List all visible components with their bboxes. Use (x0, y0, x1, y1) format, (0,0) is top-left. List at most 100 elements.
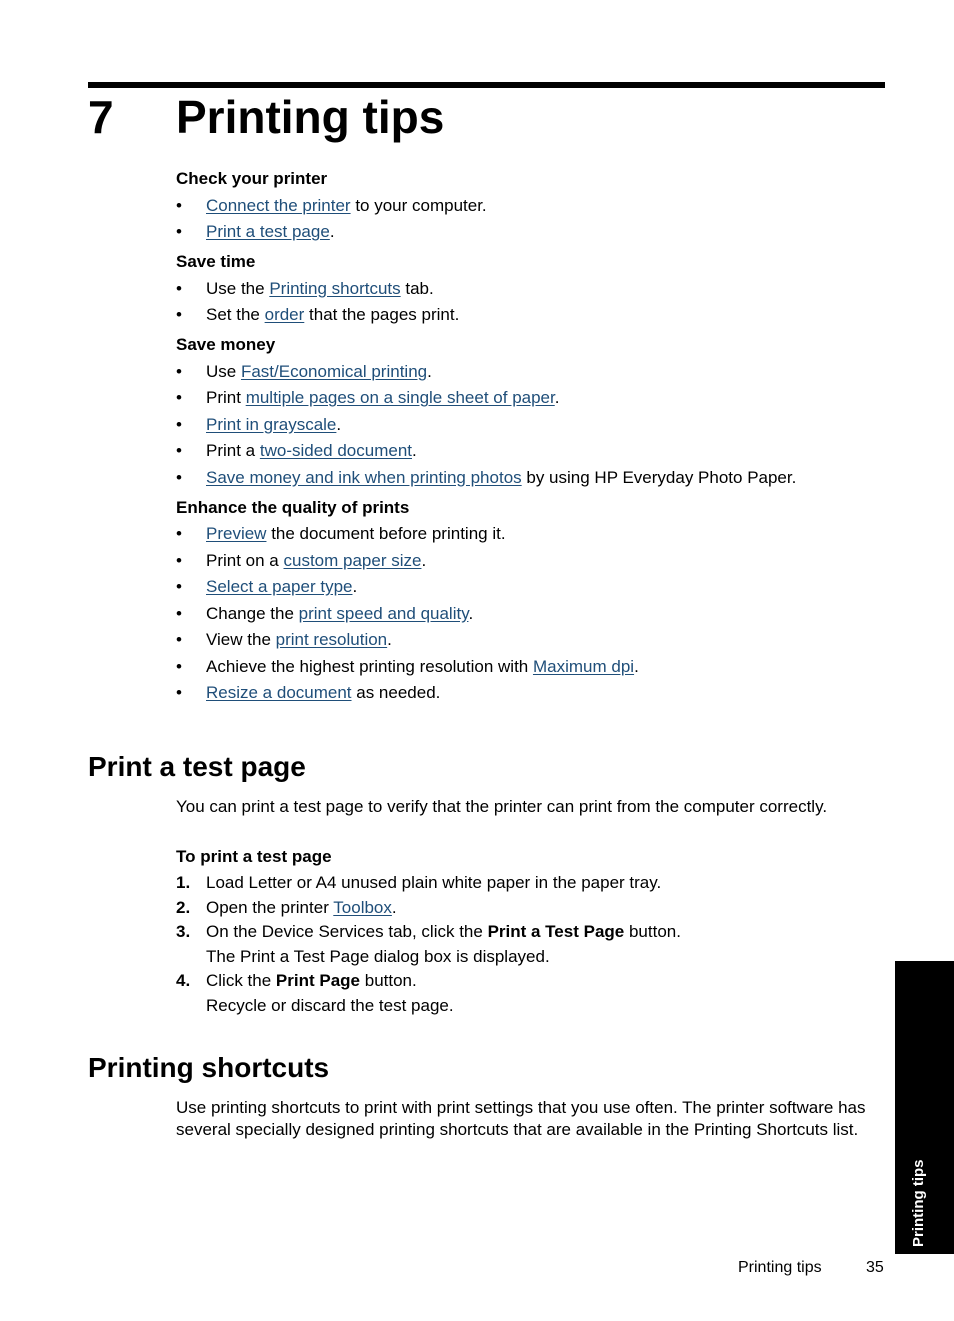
enhance-quality-list: • Preview the document before printing it… (176, 524, 886, 703)
step-text: Load Letter or A4 unused plain white pap… (206, 871, 886, 896)
list-item: • Change the print speed and quality. (176, 604, 886, 624)
chapter-rule (88, 82, 885, 88)
item-link[interactable]: Preview (206, 524, 266, 543)
item-link[interactable]: print resolution (276, 630, 388, 649)
item-link[interactable]: Connect the printer (206, 196, 351, 215)
step-text-part: button. (360, 971, 417, 990)
step-text-part: button. (624, 922, 681, 941)
list-item: • Print a two-sided document. (176, 441, 886, 461)
item-link[interactable]: Print a test page (206, 222, 330, 241)
bullet-icon: • (176, 361, 182, 381)
bullet-icon: • (176, 683, 182, 702)
item-link[interactable]: Printing shortcuts (269, 279, 400, 298)
procedure-step: 1. Load Letter or A4 unused plain white p… (176, 871, 886, 896)
step-number: 4. (176, 971, 191, 990)
save-time-heading: Save time (176, 252, 256, 271)
item-text: Use the (206, 278, 270, 298)
item-link[interactable]: Select a paper type (206, 577, 352, 596)
check-printer-heading: Check your printer (176, 169, 328, 188)
item-link[interactable]: custom paper size (284, 551, 422, 570)
save-time-list: • Use the Printing shortcuts tab. • Set the… (176, 279, 886, 326)
bullet-icon: • (176, 656, 182, 676)
bullet-icon: • (176, 388, 182, 407)
item-text: that the pages print. (304, 305, 460, 324)
enhance-quality-heading: Enhance the quality of prints (176, 497, 410, 517)
item-text: by using HP Everyday Photo Paper. (521, 467, 797, 487)
step-number: 2. (176, 897, 191, 917)
procedure-steps: 1. Load Letter or A4 unused plain white p… (176, 871, 886, 1018)
step-note: The Print a Test Page dialog box is disp… (206, 946, 550, 966)
step-number: 1. (176, 873, 191, 892)
item-text: Print on a (206, 550, 284, 570)
bullet-icon: • (176, 278, 182, 298)
item-link[interactable]: two-sided document (260, 441, 412, 460)
item-link[interactable]: Save money and ink when printing photos (206, 468, 522, 487)
item-link[interactable]: Print in grayscale (206, 415, 336, 434)
item-text: . (468, 603, 474, 623)
chapter-title: Printing tips (176, 91, 445, 143)
shortcuts-body: Use printing shortcuts to print with pri… (176, 1098, 866, 1139)
list-item: • Print in grayscale. (176, 415, 886, 435)
step-text-part: Click the (206, 971, 276, 990)
item-text: Print (206, 388, 246, 407)
step-note: Recycle or discard the test page. (206, 995, 454, 1015)
shortcuts-heading: Printing shortcuts (88, 1052, 330, 1083)
item-text: Achieve the highest printing resolution … (206, 656, 533, 676)
item-text: the document before printing it. (266, 524, 506, 543)
item-link[interactable]: Fast/Economical printing (241, 362, 427, 381)
item-text: . (352, 577, 358, 596)
item-text: . (387, 630, 392, 649)
item-text: tab. (400, 278, 434, 298)
item-text: . (421, 550, 427, 570)
procedure-step: 2. Open the printer Toolbox. (176, 896, 886, 921)
item-link[interactable]: Maximum dpi (533, 657, 634, 676)
side-tab-label: Printing tips (910, 1159, 927, 1248)
step-link[interactable]: Toolbox (333, 898, 392, 917)
step-text-part: . (391, 897, 397, 917)
item-text: . (554, 388, 560, 407)
step-text-part: On the Device Services tab, click the (206, 922, 488, 941)
item-link[interactable]: Resize a document (206, 683, 352, 702)
item-text: View the (206, 630, 276, 649)
item-text: . (336, 414, 342, 434)
footer-page-number: 35 (866, 1259, 884, 1276)
check-printer-list: • Connect the printer to your computer. • P… (176, 196, 886, 243)
bullet-icon: • (176, 603, 182, 623)
item-text: . (427, 361, 432, 381)
item-text: . (634, 656, 639, 676)
bullet-icon: • (176, 414, 182, 434)
list-item: • Resize a document as needed. (176, 683, 886, 703)
step-ui-label: Print a Test Page (487, 922, 625, 941)
list-item: • Print multiple pages on a single sheet … (176, 388, 886, 408)
step-text-part: Load Letter or A4 unused plain white pap… (206, 873, 662, 892)
list-item: • Connect the printer to your computer. (176, 196, 886, 216)
bullet-icon: • (176, 550, 182, 570)
bullet-icon: • (176, 305, 182, 324)
item-link[interactable]: order (265, 305, 305, 324)
step-number: 3. (176, 922, 191, 941)
list-item: • Save money and ink when printing photos… (176, 468, 886, 488)
bullet-icon: • (176, 630, 182, 649)
list-item: • Preview the document before printing it… (176, 524, 886, 544)
bullet-icon: • (176, 222, 182, 241)
item-text: Use (206, 361, 241, 381)
item-text: . (412, 441, 417, 460)
bullet-icon: • (176, 441, 182, 460)
step-text: Open the printer Toolbox. (206, 896, 886, 921)
list-item: • View the print resolution. (176, 630, 886, 650)
item-text: Set the (206, 305, 265, 324)
tips-section: Check your printer • Connect the printer … (176, 169, 886, 703)
step-text-part: Open the printer (206, 897, 334, 917)
item-text: . (329, 222, 335, 241)
list-item: • Print a test page. (176, 222, 886, 242)
step-text: Click the Print Page button. (206, 969, 886, 994)
procedure-title: To print a test page (176, 847, 332, 866)
test-page-section: You can print a test page to verify that… (176, 796, 886, 1018)
item-link[interactable]: print speed and quality (299, 604, 469, 623)
bullet-icon: • (176, 524, 182, 543)
test-page-intro: You can print a test page to verify that… (176, 797, 828, 816)
list-item: • Set the order that the pages print. (176, 305, 886, 325)
list-item: • Use the Printing shortcuts tab. (176, 279, 886, 299)
item-link[interactable]: multiple pages on a single sheet of pape… (246, 388, 555, 407)
bullet-icon: • (176, 577, 182, 596)
